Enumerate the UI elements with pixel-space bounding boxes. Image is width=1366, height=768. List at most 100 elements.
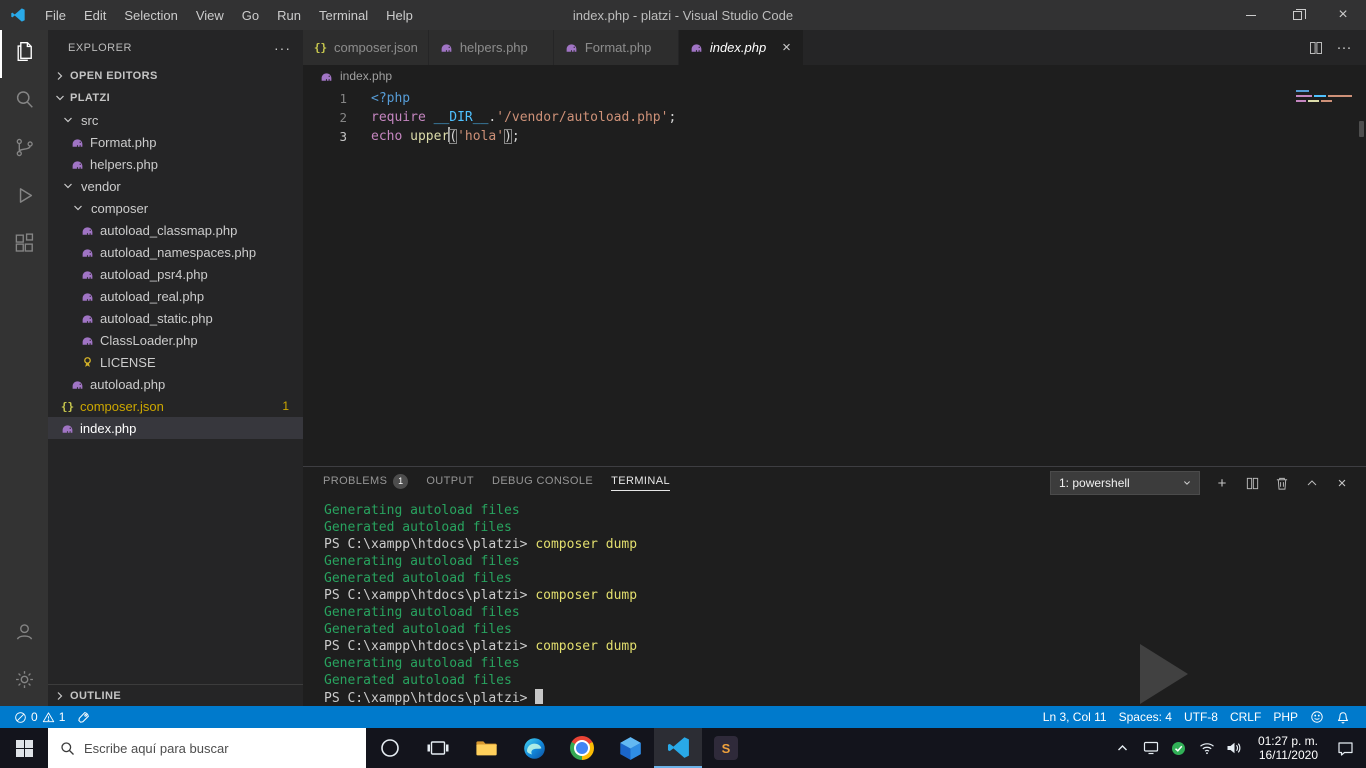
maximize-panel-button[interactable]: [1300, 471, 1324, 495]
close-panel-button[interactable]: ×: [1330, 471, 1354, 495]
start-button[interactable]: [0, 728, 48, 768]
tree-item-autoload-namespaces-php[interactable]: autoload_namespaces.php: [48, 241, 303, 263]
breadcrumb[interactable]: index.php: [303, 65, 1366, 87]
taskbar-file-explorer-button[interactable]: [462, 728, 510, 768]
close-button[interactable]: ×: [1320, 0, 1366, 30]
cortana-button[interactable]: [366, 728, 414, 768]
tree-item-autoload-static-php[interactable]: autoload_static.php: [48, 307, 303, 329]
activity-account-button[interactable]: [0, 610, 48, 658]
window-controls: ×: [1228, 0, 1366, 30]
terminal-shell-select[interactable]: 1: powershell: [1050, 471, 1200, 495]
scrollbar-marker[interactable]: [1359, 121, 1364, 137]
windows-logo-icon: [15, 739, 33, 757]
menu-help[interactable]: Help: [377, 0, 422, 30]
restore-icon: [1292, 8, 1306, 20]
tree-item-helpers-php[interactable]: helpers.php: [48, 153, 303, 175]
activity-settings-button[interactable]: [0, 658, 48, 706]
code-token: upper: [410, 129, 450, 144]
eol-selector[interactable]: CRLF: [1224, 706, 1267, 728]
restore-button[interactable]: [1274, 0, 1320, 30]
menu-view[interactable]: View: [187, 0, 233, 30]
taskbar-chrome-button[interactable]: [558, 728, 606, 768]
panel-tab-debug-console[interactable]: DEBUG CONSOLE: [492, 475, 593, 491]
search-placeholder: Escribe aquí para buscar: [84, 740, 229, 756]
panel-tab-problems[interactable]: PROBLEMS 1: [323, 473, 409, 493]
file-explorer-icon: [475, 740, 497, 755]
tree-item-license[interactable]: LICENSE: [48, 351, 303, 373]
activity-source-control-button[interactable]: [0, 126, 48, 174]
notifications-button[interactable]: [1330, 706, 1356, 728]
terminal-output[interactable]: Generating autoload files Generated autol…: [303, 499, 1366, 706]
code-token: require: [371, 110, 434, 125]
tree-item-label: helpers.php: [90, 156, 158, 172]
new-terminal-button[interactable]: +: [1210, 471, 1234, 495]
project-root-section[interactable]: PLATZI: [48, 87, 303, 109]
tree-item-autoload-classmap-php[interactable]: autoload_classmap.php: [48, 219, 303, 241]
tree-item-index-php[interactable]: index.php: [48, 417, 303, 439]
tree-item-format-php[interactable]: Format.php: [48, 131, 303, 153]
tab-helpers-php[interactable]: helpers.php: [428, 30, 554, 65]
editor-more-actions-icon[interactable]: ···: [1332, 36, 1356, 60]
panel-tab-terminal[interactable]: TERMINAL: [611, 475, 670, 491]
menu-edit[interactable]: Edit: [75, 0, 115, 30]
tray-display-icon[interactable]: [1138, 728, 1164, 768]
menu-selection[interactable]: Selection: [115, 0, 186, 30]
tray-network-icon[interactable]: [1194, 728, 1220, 768]
tree-item-src[interactable]: src: [48, 109, 303, 131]
tree-item-composer[interactable]: composer: [48, 197, 303, 219]
tree-item-label: vendor: [81, 178, 121, 194]
split-editor-button[interactable]: [1304, 36, 1328, 60]
chevron-right-icon: [57, 72, 63, 80]
tab-composer-json[interactable]: {} composer.json: [303, 30, 429, 65]
menu-run[interactable]: Run: [268, 0, 310, 30]
open-editors-section[interactable]: OPEN EDITORS: [48, 65, 303, 87]
kill-terminal-button[interactable]: [1270, 471, 1294, 495]
cursor-position[interactable]: Ln 3, Col 11: [1037, 706, 1113, 728]
activity-search-button[interactable]: [0, 78, 48, 126]
blue-cube-app-icon: [619, 736, 641, 760]
taskbar-s-app-button[interactable]: S: [702, 728, 750, 768]
menu-go[interactable]: Go: [233, 0, 268, 30]
problems-status[interactable]: 0 1: [8, 706, 71, 728]
panel-tab-output[interactable]: OUTPUT: [426, 475, 474, 491]
taskbar-clock[interactable]: 01:27 p. m. 16/11/2020: [1258, 734, 1318, 762]
tree-item-autoload-real-php[interactable]: autoload_real.php: [48, 285, 303, 307]
tree-item-vendor[interactable]: vendor: [48, 175, 303, 197]
bell-icon: [1336, 710, 1350, 725]
feedback-button[interactable]: [1304, 706, 1330, 728]
encoding[interactable]: UTF-8: [1178, 706, 1224, 728]
activity-run-debug-button[interactable]: [0, 174, 48, 222]
taskbar-edge-button[interactable]: [510, 728, 558, 768]
tray-chevron-up-icon[interactable]: [1110, 728, 1136, 768]
activity-explorer-button[interactable]: [0, 30, 48, 78]
tray-security-icon[interactable]: [1166, 728, 1192, 768]
tab-format-php[interactable]: Format.php: [553, 30, 679, 65]
menu-file[interactable]: File: [36, 0, 75, 30]
split-terminal-button[interactable]: [1240, 471, 1264, 495]
tab-close-icon[interactable]: ×: [780, 39, 793, 56]
explorer-more-actions-icon[interactable]: ···: [274, 40, 291, 56]
language-mode[interactable]: PHP: [1267, 706, 1304, 728]
tray-volume-icon[interactable]: [1222, 728, 1248, 768]
taskbar-vscode-button[interactable]: [654, 728, 702, 768]
menu-terminal[interactable]: Terminal: [310, 0, 377, 30]
tab-index-php[interactable]: index.php ×: [678, 30, 804, 65]
status-bar: 0 1 Ln 3, Col 11 Spaces: 4 UTF-8 CRLF PH…: [0, 706, 1366, 728]
tree-item-classloader-php[interactable]: ClassLoader.php: [48, 329, 303, 351]
activity-extensions-button[interactable]: [0, 222, 48, 270]
tree-item-autoload-psr4-php[interactable]: autoload_psr4.php: [48, 263, 303, 285]
code-editor[interactable]: 1 <?php 2 require __DIR__.'/vendor/autoload…: [303, 87, 1366, 466]
indentation[interactable]: Spaces: 4: [1113, 706, 1178, 728]
minimap[interactable]: [1296, 90, 1352, 105]
tree-item-label: autoload_classmap.php: [100, 222, 238, 238]
taskbar-blue-cube-app-button[interactable]: [606, 728, 654, 768]
taskbar-search[interactable]: Escribe aquí para buscar: [48, 728, 366, 768]
action-center-button[interactable]: [1328, 728, 1362, 768]
php-file-icon: [691, 44, 702, 52]
tree-item-autoload-php[interactable]: autoload.php: [48, 373, 303, 395]
minimize-button[interactable]: [1228, 0, 1274, 30]
status-misc-button[interactable]: [71, 706, 96, 728]
outline-section[interactable]: OUTLINE: [48, 684, 303, 706]
tree-item-composer-json[interactable]: {} composer.json 1: [48, 395, 303, 417]
task-view-button[interactable]: [414, 728, 462, 768]
